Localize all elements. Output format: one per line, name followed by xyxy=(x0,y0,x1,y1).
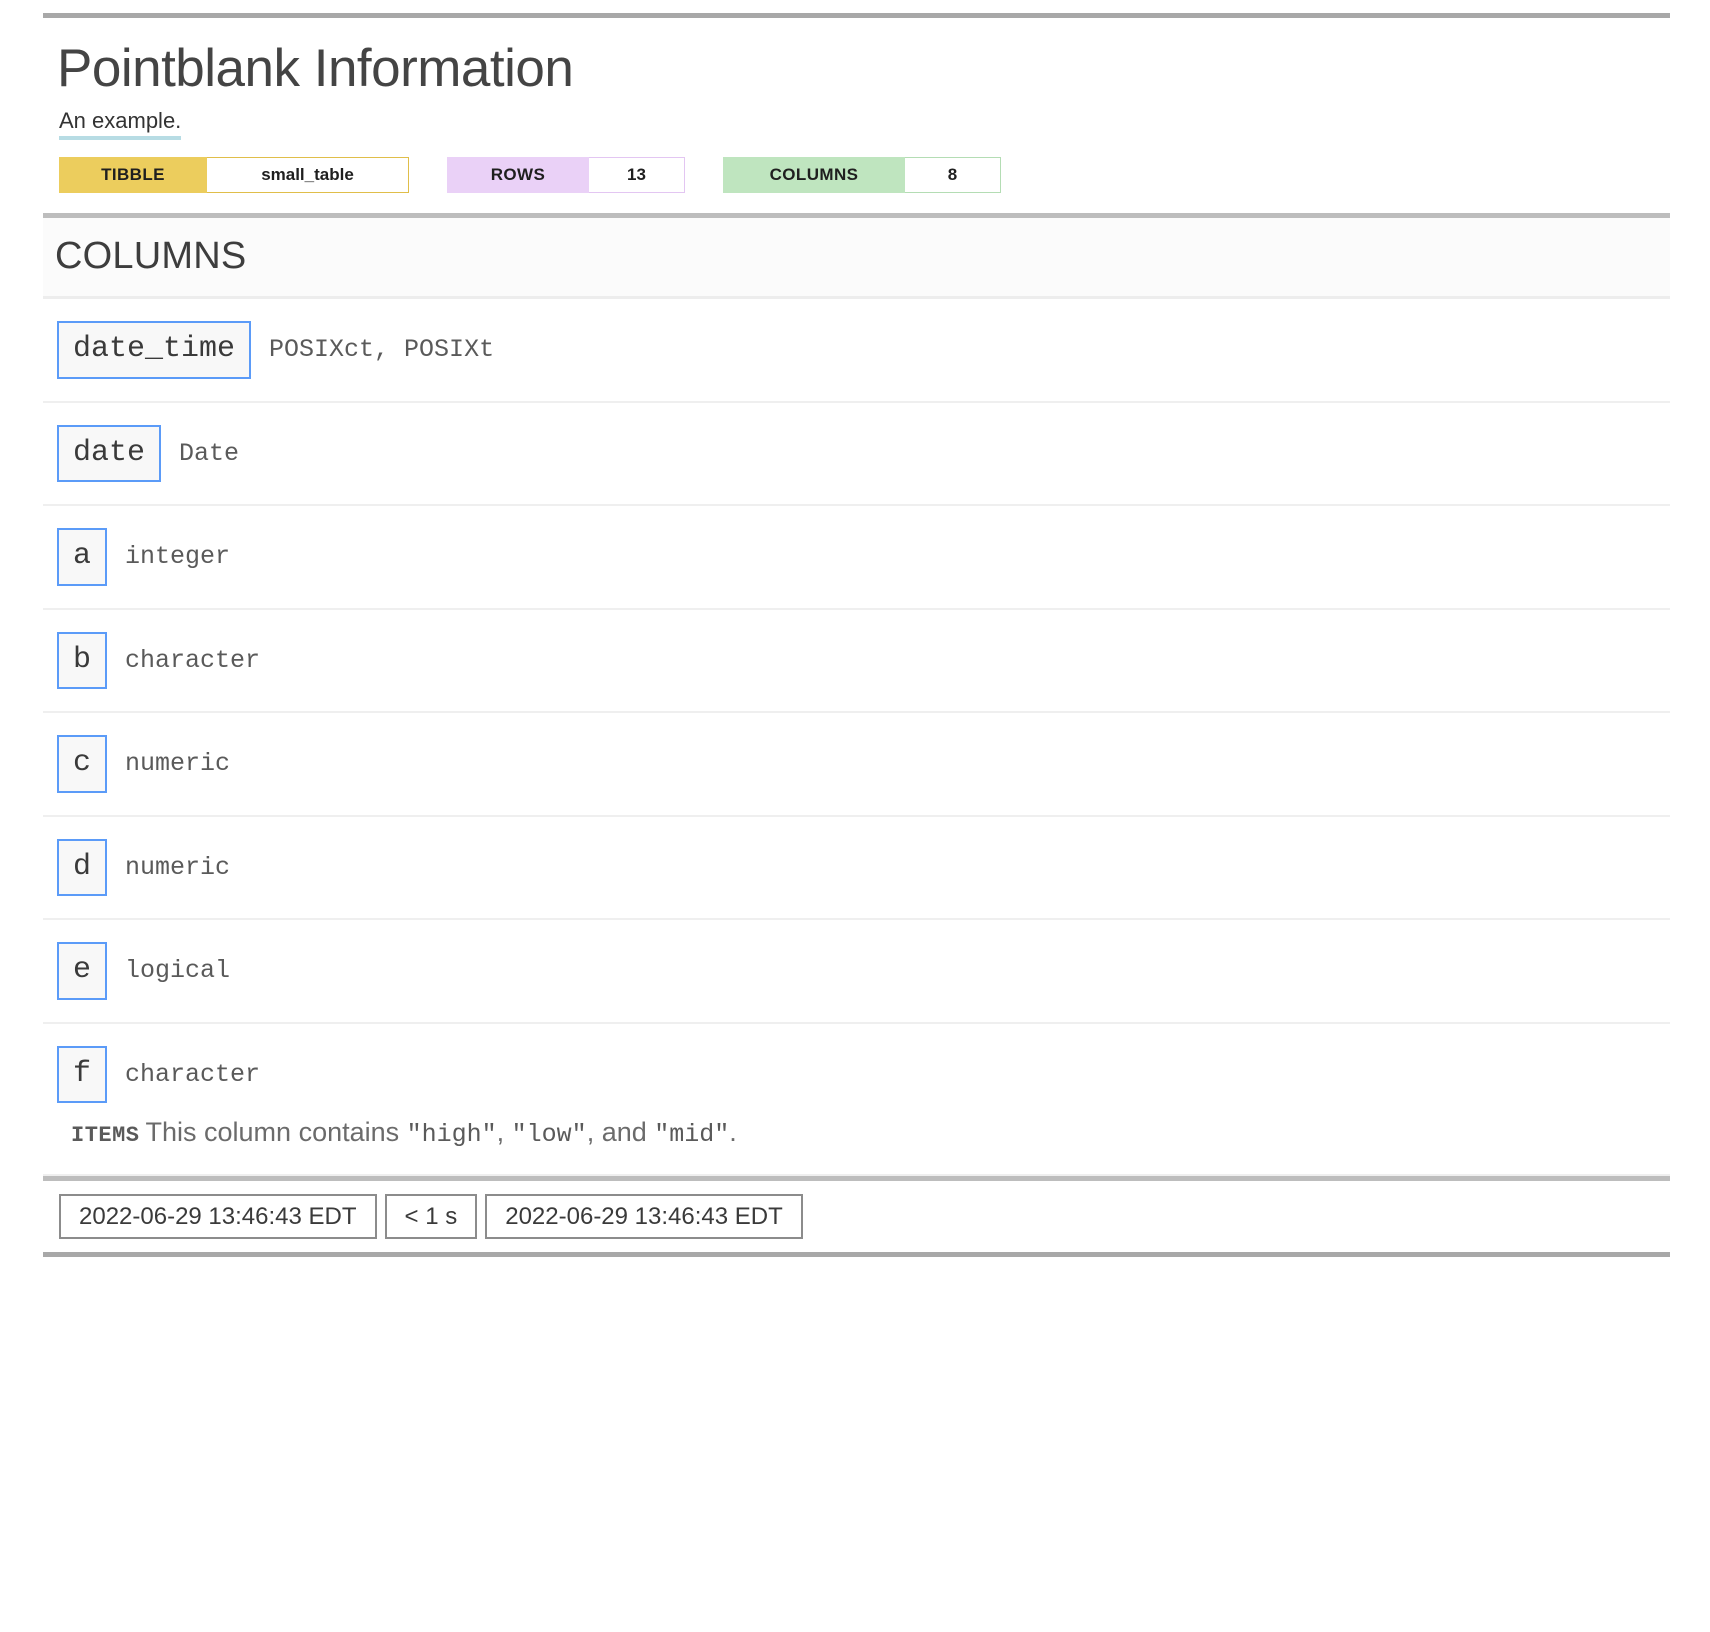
column-name-chip: e xyxy=(57,942,108,1000)
column-items-note: ITEMS This column contains "high", "low",… xyxy=(57,1103,1670,1152)
report-footer: 2022-06-29 13:46:43 EDT < 1 s 2022-06-29… xyxy=(43,1175,1670,1253)
badge-columns-label: COLUMNS xyxy=(723,157,905,194)
items-suffix: . xyxy=(729,1117,737,1148)
column-name-chip: a xyxy=(57,528,108,586)
column-type-label: logical xyxy=(125,956,231,986)
page-title: Pointblank Information xyxy=(57,39,574,98)
columns-section-header: COLUMNS xyxy=(43,218,1670,300)
table-row: a integer xyxy=(43,506,1670,610)
column-entry: date_time POSIXct, POSIXt xyxy=(57,321,1670,379)
items-value-1: "high" xyxy=(406,1120,497,1150)
items-label: ITEMS xyxy=(71,1123,140,1149)
page-root: Pointblank Information An example. TIBBL… xyxy=(0,0,1710,1632)
column-type-label: POSIXct, POSIXt xyxy=(269,335,495,365)
table-row: f character ITEMS This column contains "h… xyxy=(43,1024,1670,1176)
summary-badge-row: TIBBLE small_table ROWS 13 COLUMNS 8 xyxy=(43,140,1670,194)
footer-start-time: 2022-06-29 13:46:43 EDT xyxy=(59,1193,377,1240)
footer-end-time: 2022-06-29 13:46:43 EDT xyxy=(485,1193,803,1240)
report-subtitle: An example. xyxy=(59,109,182,141)
badge-columns: COLUMNS 8 xyxy=(723,157,1001,194)
footer-duration: < 1 s xyxy=(384,1193,478,1240)
items-sep-1: , xyxy=(496,1117,512,1148)
column-type-label: character xyxy=(125,1059,261,1089)
column-type-label: integer xyxy=(125,542,231,572)
column-entry: a integer xyxy=(57,528,1670,586)
badge-rows: ROWS 13 xyxy=(447,157,685,194)
column-entry: c numeric xyxy=(57,735,1670,793)
items-prefix: This column contains xyxy=(145,1117,407,1148)
column-name-chip: d xyxy=(57,838,108,897)
column-name-chip: c xyxy=(57,735,108,793)
pointblank-information-report: Pointblank Information An example. TIBBL… xyxy=(43,13,1670,1258)
items-value-3: "mid" xyxy=(654,1120,730,1150)
column-name-chip: date_time xyxy=(57,321,252,379)
badge-tibble: TIBBLE small_table xyxy=(59,157,409,194)
column-name-chip: f xyxy=(57,1045,108,1104)
badge-rows-label: ROWS xyxy=(447,157,589,194)
column-name-chip: b xyxy=(57,631,108,690)
column-entry: f character xyxy=(57,1045,1670,1104)
table-row: c numeric xyxy=(43,713,1670,817)
badge-tibble-label: TIBBLE xyxy=(59,157,207,194)
table-row: date Date xyxy=(43,403,1670,507)
column-type-label: numeric xyxy=(125,852,231,882)
section-title: COLUMNS xyxy=(55,235,247,278)
report-header: Pointblank Information An example. TIBBL… xyxy=(43,18,1670,219)
column-entry: b character xyxy=(57,631,1670,690)
badge-rows-value: 13 xyxy=(589,157,685,194)
table-row: d numeric xyxy=(43,817,1670,921)
items-value-2: "low" xyxy=(511,1120,587,1150)
badge-columns-value: 8 xyxy=(905,157,1001,194)
badge-tibble-value: small_table xyxy=(207,157,409,194)
column-entry: e logical xyxy=(57,942,1670,1000)
table-row: e logical xyxy=(43,920,1670,1024)
subtitle-container: An example. xyxy=(43,97,1670,141)
column-name-chip: date xyxy=(57,424,162,483)
column-type-label: character xyxy=(125,645,261,675)
column-entry: d numeric xyxy=(57,838,1670,897)
column-type-label: numeric xyxy=(125,749,231,779)
column-type-label: Date xyxy=(179,438,240,468)
items-sep-2: , and xyxy=(586,1117,655,1148)
column-entry: date Date xyxy=(57,424,1670,483)
table-row: b character xyxy=(43,610,1670,714)
table-row: date_time POSIXct, POSIXt xyxy=(43,299,1670,403)
